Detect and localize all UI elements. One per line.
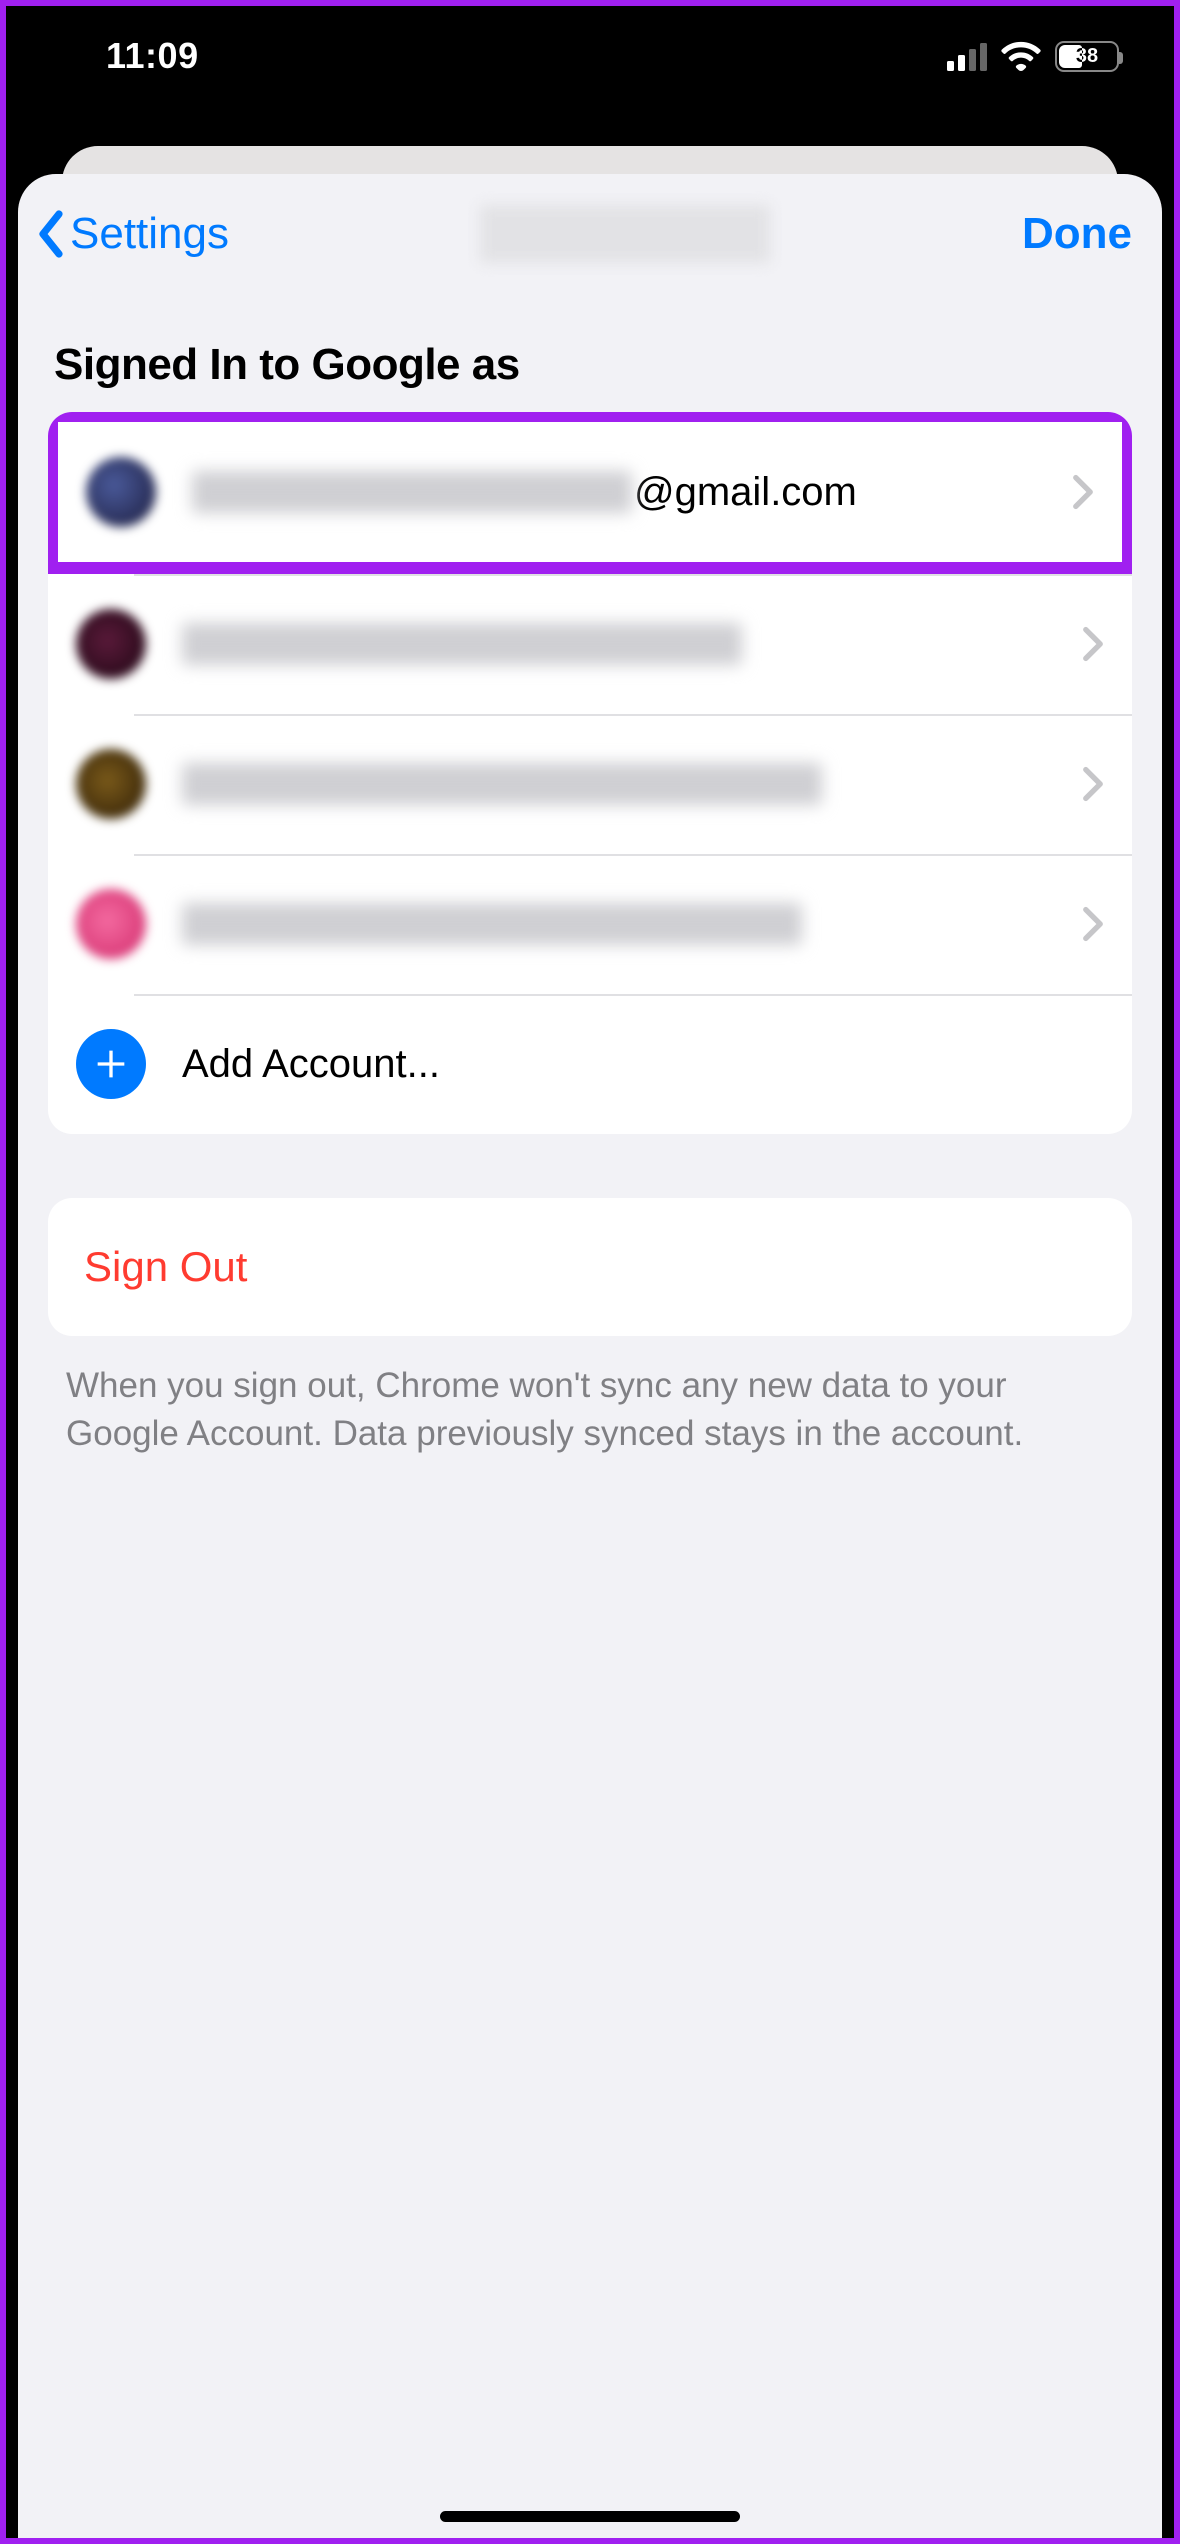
account-email — [182, 763, 1082, 805]
section-header: Signed In to Google as — [18, 294, 1162, 412]
highlighted-account: @gmail.com — [48, 412, 1132, 574]
plus-circle-icon — [76, 1029, 146, 1099]
battery-icon: 38 — [1055, 41, 1119, 72]
sign-out-footer: When you sign out, Chrome won't sync any… — [18, 1336, 1162, 1459]
settings-sheet: Settings Done Signed In to Google as @gm… — [18, 174, 1162, 2538]
account-row[interactable] — [48, 714, 1132, 854]
account-email: @gmail.com — [192, 470, 1072, 515]
account-row[interactable] — [48, 854, 1132, 994]
sign-out-label: Sign Out — [84, 1243, 247, 1291]
status-icons: 38 — [947, 41, 1119, 72]
account-email — [182, 903, 1082, 945]
chevron-right-icon — [1082, 766, 1104, 802]
status-bar: 11:09 38 — [6, 6, 1174, 106]
back-label: Settings — [70, 209, 229, 259]
add-account-label: Add Account... — [182, 1042, 1104, 1087]
status-time: 11:09 — [106, 35, 199, 77]
avatar — [76, 749, 146, 819]
page-title-redacted — [480, 205, 770, 263]
accounts-card: @gmail.com — [48, 412, 1132, 1134]
avatar — [86, 457, 156, 527]
device-frame: 11:09 38 Settings Done — [6, 6, 1174, 2538]
sign-out-card: Sign Out — [48, 1198, 1132, 1336]
back-button[interactable]: Settings — [30, 209, 229, 259]
battery-percent: 38 — [1057, 45, 1117, 68]
sign-out-button[interactable]: Sign Out — [48, 1198, 1132, 1336]
account-row[interactable]: @gmail.com — [58, 422, 1122, 562]
chevron-right-icon — [1082, 626, 1104, 662]
cellular-icon — [947, 41, 987, 71]
avatar — [76, 889, 146, 959]
chevron-right-icon — [1082, 906, 1104, 942]
chevron-left-icon — [36, 210, 66, 258]
account-email — [182, 623, 1082, 665]
add-account-row[interactable]: Add Account... — [48, 994, 1132, 1134]
home-indicator[interactable] — [440, 2511, 740, 2522]
done-button[interactable]: Done — [1022, 209, 1132, 259]
navbar: Settings Done — [18, 174, 1162, 294]
account-row[interactable] — [48, 574, 1132, 714]
avatar — [76, 609, 146, 679]
wifi-icon — [1001, 41, 1041, 71]
chevron-right-icon — [1072, 474, 1094, 510]
